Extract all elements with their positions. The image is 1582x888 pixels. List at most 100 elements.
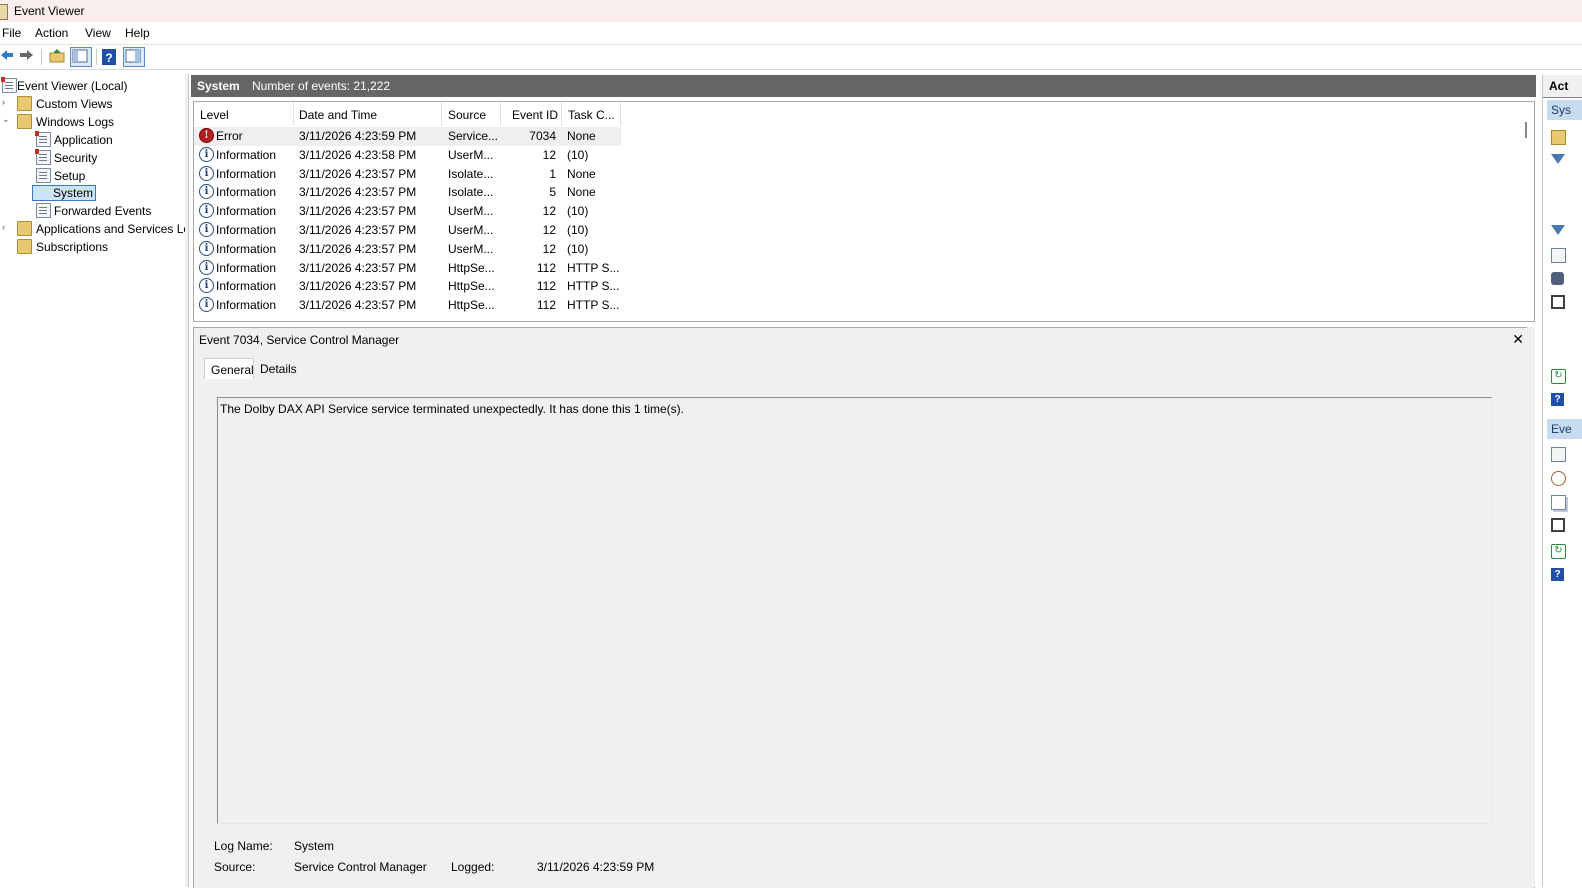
tree-label: Custom Views	[36, 97, 113, 111]
column-header-date-time[interactable]: Date and Time	[293, 102, 442, 126]
actions-pane: Act Sys ↻ ? Eve ↻ ?	[1542, 75, 1582, 887]
menu-action[interactable]: Action	[35, 26, 68, 40]
logged-label: Logged:	[451, 860, 495, 874]
event-properties-icon[interactable]	[1551, 447, 1566, 462]
column-header-event-id[interactable]: Event ID	[501, 102, 562, 126]
detail-scrollbar[interactable]	[1527, 327, 1535, 887]
tree-item-custom-views[interactable]: › Custom Views	[0, 95, 185, 113]
column-label: Source	[448, 108, 487, 122]
cell-date-time: 3/11/2026 4:23:57 PM	[299, 204, 417, 219]
tree-item-security[interactable]: Security	[0, 149, 185, 167]
column-label: Level	[200, 108, 229, 122]
log-icon	[36, 168, 51, 183]
tree-item-subscriptions[interactable]: Subscriptions	[0, 238, 185, 256]
table-row[interactable]: i Information 3/11/2026 4:23:57 PM UserM...…	[194, 240, 621, 259]
tree-item-application[interactable]: Application	[0, 131, 185, 149]
toolbar: ?	[0, 45, 1582, 70]
cell-source: UserM...	[448, 241, 494, 256]
copy-icon[interactable]	[1551, 495, 1566, 510]
table-row[interactable]: i Information 3/11/2026 4:23:57 PM HttpSe..…	[194, 259, 621, 278]
close-icon[interactable]: ✕	[1512, 331, 1524, 348]
tab-details[interactable]: Details	[254, 358, 302, 378]
actions-section-system[interactable]: Sys	[1547, 100, 1582, 120]
tree-item-system[interactable]: System	[0, 184, 185, 202]
column-header-source[interactable]: Source	[442, 102, 501, 126]
chevron-down-icon[interactable]: ⌄	[2, 115, 10, 124]
menu-file[interactable]: File	[2, 26, 21, 40]
show-hide-action-pane-icon[interactable]	[123, 47, 145, 67]
actions-header: Act	[1543, 75, 1582, 98]
event-message-box[interactable]: The Dolby DAX API Service service termin…	[217, 397, 1492, 824]
cell-source: Isolate...	[448, 166, 494, 181]
cell-task-category: None	[567, 166, 596, 181]
table-row[interactable]: i Information 3/11/2026 4:23:57 PM Isolate.…	[194, 183, 621, 202]
forward-arrow-icon[interactable]	[18, 48, 36, 66]
cell-task-category: (10)	[567, 147, 589, 162]
attach-task-icon[interactable]	[1551, 471, 1566, 486]
create-custom-view-icon[interactable]	[1551, 154, 1565, 164]
cell-date-time: 3/11/2026 4:23:57 PM	[299, 279, 417, 294]
column-header-task-category[interactable]: Task C...	[562, 102, 621, 126]
event-list-scrollbar[interactable]	[1519, 102, 1533, 321]
menu-view[interactable]: View	[85, 26, 111, 40]
tree-item-event-viewer-local[interactable]: Event Viewer (Local)	[0, 77, 185, 95]
cell-level: Information	[216, 204, 277, 219]
filter-current-log-icon[interactable]	[1551, 225, 1565, 235]
table-row[interactable]: i Information 3/11/2026 4:23:57 PM HttpSe..…	[194, 277, 621, 296]
tree-item-windows-logs[interactable]: ⌄ Windows Logs	[0, 113, 185, 131]
toolbar-separator	[96, 49, 97, 65]
cell-source: HttpSe...	[448, 279, 495, 294]
tree-item-forwarded-events[interactable]: Forwarded Events	[0, 202, 185, 220]
error-icon: !	[199, 128, 214, 143]
menu-help[interactable]: Help	[125, 26, 150, 40]
column-header-level[interactable]: Level	[194, 102, 294, 126]
logged-value: 3/11/2026 4:23:59 PM	[537, 860, 655, 874]
actions-header-label: Act	[1549, 79, 1569, 93]
cell-task-category: (10)	[567, 223, 589, 237]
event-detail-pane: Event 7034, Service Control Manager ✕ Ge…	[193, 327, 1535, 888]
source-value: Service Control Manager	[294, 860, 427, 874]
tree-label: Application	[54, 133, 113, 147]
tab-general[interactable]: General	[204, 358, 254, 379]
table-row[interactable]: i Information 3/11/2026 4:23:58 PM UserM...…	[194, 146, 621, 165]
open-saved-log-icon[interactable]	[1551, 130, 1566, 145]
log-icon	[35, 149, 51, 165]
pane-splitter[interactable]	[185, 74, 189, 887]
help-icon[interactable]: ?	[1551, 393, 1564, 406]
tree-item-applications-and-services-logs[interactable]: › Applications and Services Lo	[0, 220, 185, 238]
find-binoculars-icon[interactable]	[1551, 272, 1564, 285]
table-row[interactable]: i Information 3/11/2026 4:23:57 PM UserM...…	[194, 221, 621, 240]
save-selected-events-icon[interactable]	[1551, 518, 1565, 532]
back-arrow-icon[interactable]	[0, 48, 18, 66]
tree-item-setup[interactable]: Setup	[0, 167, 185, 185]
up-folder-icon[interactable]	[49, 48, 67, 66]
save-icon[interactable]	[1551, 295, 1565, 309]
table-row[interactable]: i Information 3/11/2026 4:23:57 PM Isolate.…	[194, 165, 621, 184]
information-icon: i	[199, 165, 214, 181]
table-row[interactable]: ! Error 3/11/2026 4:23:59 PM Service... 7034…	[194, 127, 621, 146]
information-icon: i	[199, 240, 214, 256]
table-row[interactable]: i Information 3/11/2026 4:23:57 PM HttpSe..…	[194, 296, 621, 315]
show-hide-console-tree-icon[interactable]	[70, 47, 92, 67]
column-label: Event ID	[512, 108, 559, 122]
properties-icon[interactable]	[1551, 248, 1566, 263]
table-row[interactable]: i Information 3/11/2026 4:23:57 PM UserM...…	[194, 202, 621, 221]
cell-level: Error	[216, 129, 243, 143]
event-list: Level Date and Time Source Event ID Task…	[193, 101, 1535, 322]
cell-source: UserM...	[448, 223, 494, 237]
refresh-icon[interactable]: ↻	[1551, 544, 1566, 559]
information-icon: i	[199, 184, 214, 200]
cell-event-id: 5	[549, 185, 556, 200]
tree-label: Setup	[54, 169, 86, 183]
actions-section-event[interactable]: Eve	[1547, 419, 1582, 439]
chevron-right-icon[interactable]: ›	[2, 98, 8, 107]
refresh-icon[interactable]: ↻	[1551, 369, 1566, 384]
scrollbar-thumb[interactable]	[1525, 122, 1527, 138]
help-icon[interactable]: ?	[102, 49, 116, 65]
cell-event-id: 12	[542, 241, 556, 256]
cell-event-id: 112	[536, 298, 556, 313]
log-icon	[36, 203, 51, 218]
cell-source: UserM...	[448, 147, 494, 162]
chevron-right-icon[interactable]: ›	[2, 223, 8, 232]
help-icon[interactable]: ?	[1551, 568, 1564, 581]
